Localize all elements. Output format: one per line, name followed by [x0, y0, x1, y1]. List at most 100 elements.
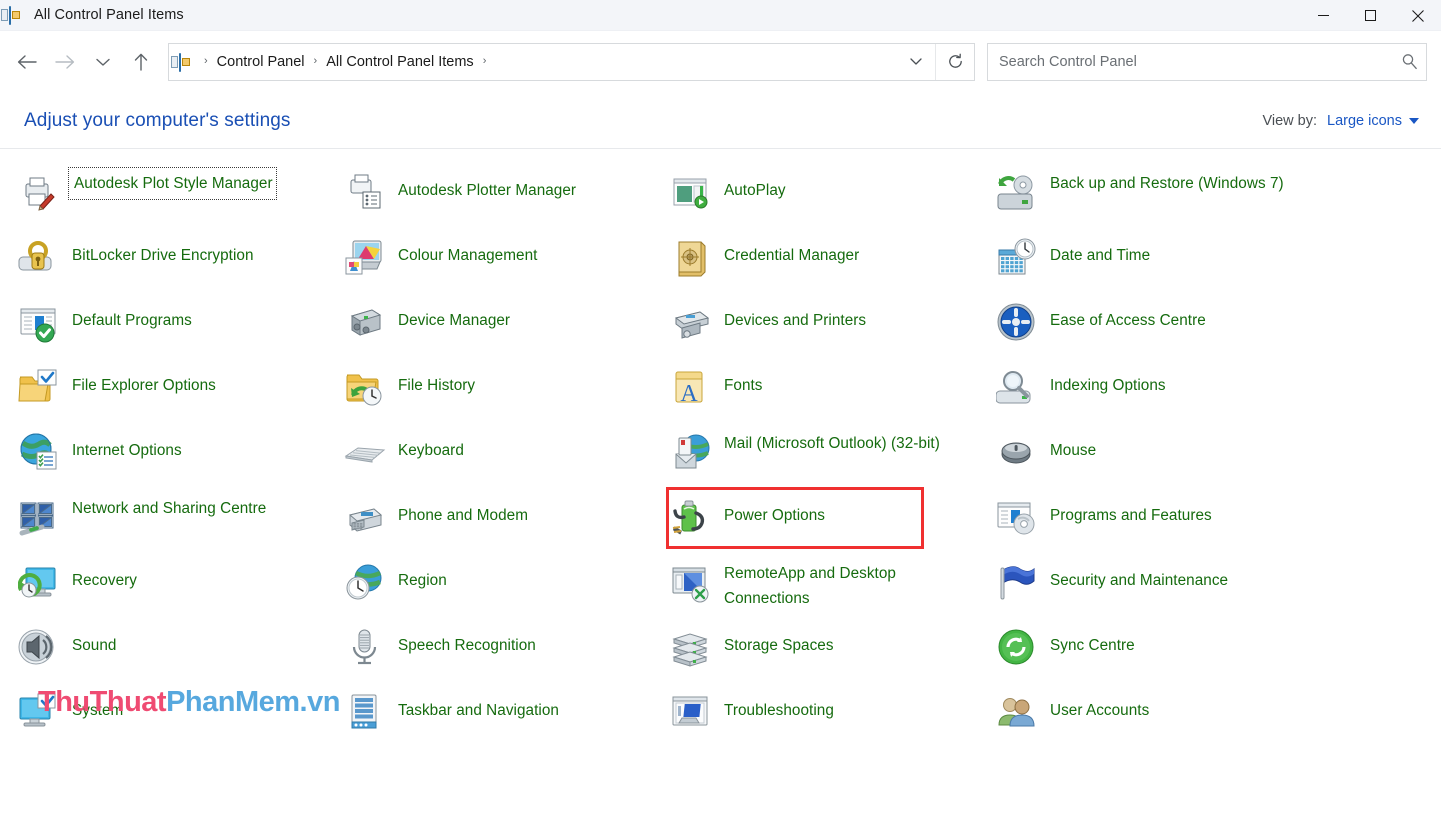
control-panel-item-file-history[interactable]: File History [344, 360, 670, 425]
control-panel-item-back-up-and-restore-windows-7[interactable]: Back up and Restore (Windows 7) [996, 165, 1326, 230]
control-panel-item-mouse[interactable]: Mouse [996, 425, 1326, 490]
control-panel-items-grid: Autodesk Plot Style Manager Autodesk Plot… [18, 165, 1441, 755]
control-panel-item-taskbar-and-navigation[interactable]: Taskbar and Navigation [344, 685, 670, 750]
control-panel-item-label: Autodesk Plotter Manager [398, 171, 576, 203]
control-panel-item-bitlocker-drive-encryption[interactable]: BitLocker Drive Encryption [18, 230, 344, 295]
speech-recognition-icon [344, 627, 386, 669]
control-panel-item-label: Mail (Microsoft Outlook) (32-bit) [724, 431, 940, 456]
plotter-manager-icon [344, 172, 386, 214]
title-bar: All Control Panel Items [0, 0, 1441, 31]
close-button[interactable] [1394, 0, 1441, 31]
date-and-time-icon [996, 237, 1038, 279]
address-dropdown-button[interactable] [897, 44, 935, 80]
user-accounts-icon [996, 692, 1038, 734]
control-panel-item-label: BitLocker Drive Encryption [72, 236, 254, 268]
page-title: Adjust your computer's settings [24, 110, 291, 132]
control-panel-item-autodesk-plotter-manager[interactable]: Autodesk Plotter Manager [344, 165, 670, 230]
recent-locations-button[interactable] [84, 43, 122, 81]
control-panel-item-partial[interactable] [670, 750, 996, 755]
control-panel-item-label: Indexing Options [1050, 366, 1166, 398]
forward-button[interactable] [46, 43, 84, 81]
up-button[interactable] [122, 43, 160, 81]
control-panel-item-label: File Explorer Options [72, 366, 216, 398]
back-button[interactable] [8, 43, 46, 81]
control-panel-items-area: Autodesk Plot Style Manager Autodesk Plot… [0, 149, 1441, 755]
control-panel-item-sound[interactable]: Sound [18, 620, 344, 685]
view-by-control[interactable]: View by: Large icons [1262, 113, 1419, 129]
breadcrumb-item-all-control-panel-items[interactable]: All Control Panel Items [322, 52, 477, 72]
control-panel-item-label: Colour Management [398, 236, 537, 268]
control-panel-item-label: Power Options [724, 496, 825, 528]
control-panel-item-label: AutoPlay [724, 171, 786, 203]
control-panel-item-label: Security and Maintenance [1050, 561, 1228, 593]
device-manager-icon [344, 302, 386, 344]
view-by-value[interactable]: Large icons [1327, 113, 1402, 129]
control-panel-item-speech-recognition[interactable]: Speech Recognition [344, 620, 670, 685]
control-panel-item-region[interactable]: Region [344, 555, 670, 620]
control-panel-item-file-explorer-options[interactable]: File Explorer Options [18, 360, 344, 425]
maximize-button[interactable] [1347, 0, 1394, 31]
control-panel-item-devices-and-printers[interactable]: Devices and Printers [670, 295, 996, 360]
control-panel-item-keyboard[interactable]: Keyboard [344, 425, 670, 490]
control-panel-item-programs-and-features[interactable]: Programs and Features [996, 490, 1326, 555]
control-panel-item-windows-defender[interactable]: Windows Defender [18, 750, 344, 755]
control-panel-item-remoteapp-and-desktop-connections[interactable]: RemoteApp and Desktop Connections [670, 555, 996, 620]
control-panel-item-label: Troubleshooting [724, 691, 834, 723]
breadcrumb-separator-icon: › [199, 56, 213, 67]
control-panel-item-label: Devices and Printers [724, 301, 866, 333]
minimize-button[interactable] [1300, 0, 1347, 31]
control-panel-item-fonts[interactable]: AFonts [670, 360, 996, 425]
control-panel-item-credential-manager[interactable]: Credential Manager [670, 230, 996, 295]
control-panel-item-colour-management[interactable]: Colour Management [344, 230, 670, 295]
control-panel-item-phone-and-modem[interactable]: Phone and Modem [344, 490, 670, 555]
svg-text:A: A [680, 381, 698, 407]
control-panel-item-label: Autodesk Plot Style Manager [72, 171, 273, 196]
refresh-button[interactable] [936, 44, 974, 80]
view-by-label: View by: [1262, 113, 1317, 129]
chevron-down-icon[interactable] [1409, 118, 1419, 124]
control-panel-item-date-and-time[interactable]: Date and Time [996, 230, 1326, 295]
control-panel-item-recovery[interactable]: Recovery [18, 555, 344, 620]
control-panel-item-internet-options[interactable]: Internet Options [18, 425, 344, 490]
control-panel-item-autoplay[interactable]: AutoPlay [670, 165, 996, 230]
control-panel-item-indexing-options[interactable]: Indexing Options [996, 360, 1326, 425]
bitlocker-icon [18, 237, 60, 279]
control-panel-item-partial[interactable] [344, 750, 670, 755]
address-bar[interactable]: › Control Panel › All Control Panel Item… [168, 43, 975, 81]
security-maintenance-icon [996, 562, 1038, 604]
control-panel-item-default-programs[interactable]: Default Programs [18, 295, 344, 360]
phone-and-modem-icon [344, 497, 386, 539]
control-panel-item-user-accounts[interactable]: User Accounts [996, 685, 1326, 750]
control-panel-item-power-options[interactable]: Power Options [670, 490, 996, 555]
search-input[interactable]: Search Control Panel [988, 54, 1392, 70]
control-panel-item-mail-microsoft-outlook-32-bit[interactable]: Mail (Microsoft Outlook) (32-bit) [670, 425, 996, 490]
window-controls [1300, 0, 1441, 31]
control-panel-item-sync-centre[interactable]: Sync Centre [996, 620, 1326, 685]
title-bar-left: All Control Panel Items [0, 7, 184, 24]
control-panel-item-label: Storage Spaces [724, 626, 834, 658]
storage-spaces-icon [670, 627, 712, 669]
control-panel-item-storage-spaces[interactable]: Storage Spaces [670, 620, 996, 685]
control-panel-item-label: Keyboard [398, 431, 464, 463]
control-panel-item-partial[interactable] [996, 750, 1326, 755]
control-panel-item-troubleshooting[interactable]: Troubleshooting [670, 685, 996, 750]
control-panel-item-system[interactable]: System [18, 685, 344, 750]
control-panel-item-ease-of-access-centre[interactable]: Ease of Access Centre [996, 295, 1326, 360]
control-panel-item-device-manager[interactable]: Device Manager [344, 295, 670, 360]
sync-centre-icon [996, 627, 1038, 669]
devices-and-printers-icon [670, 302, 712, 344]
breadcrumb-item-control-panel[interactable]: Control Panel [213, 52, 309, 72]
control-panel-item-label: Phone and Modem [398, 496, 528, 528]
control-panel-item-label: Date and Time [1050, 236, 1150, 268]
search-icon[interactable] [1392, 53, 1426, 70]
default-programs-icon [18, 302, 60, 344]
control-panel-item-label: Speech Recognition [398, 626, 536, 658]
control-panel-item-label: User Accounts [1050, 691, 1149, 723]
search-box[interactable]: Search Control Panel [987, 43, 1427, 81]
header-row: Adjust your computer's settings View by:… [0, 93, 1441, 149]
mail-icon [670, 432, 712, 474]
control-panel-item-network-and-sharing-centre[interactable]: Network and Sharing Centre [18, 490, 344, 555]
control-panel-item-autodesk-plot-style-manager[interactable]: Autodesk Plot Style Manager [18, 165, 344, 230]
autoplay-icon [670, 172, 712, 214]
control-panel-item-security-and-maintenance[interactable]: Security and Maintenance [996, 555, 1326, 620]
